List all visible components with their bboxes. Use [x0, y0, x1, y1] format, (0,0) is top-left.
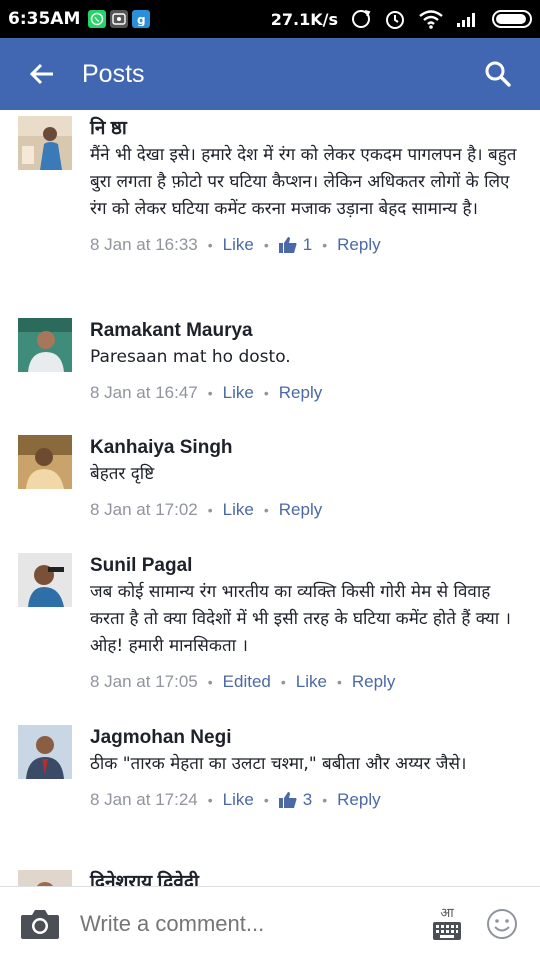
comment-timestamp: 8 Jan at 16:47 [90, 383, 198, 402]
comment-meta: 8 Jan at 17:02 • Like • Reply [90, 498, 526, 522]
camera-button[interactable] [10, 894, 70, 954]
arrow-left-icon [29, 63, 53, 85]
comment-author[interactable]: Sunil Pagal [90, 553, 526, 579]
like-count[interactable]: 3 [278, 790, 313, 810]
keyboard-language-label: आ [440, 905, 454, 921]
like-count[interactable]: 1 [278, 235, 313, 255]
reply-button[interactable]: Reply [279, 500, 322, 520]
keyboard-icon [433, 921, 461, 940]
comment-author[interactable]: Ramakant Maurya [90, 318, 526, 344]
separator-dot: • [207, 385, 213, 401]
smiley-icon [487, 908, 517, 939]
comment-author[interactable]: नि ष्ठा [90, 116, 526, 142]
comment-meta: 8 Jan at 16:47 • Like • Reply [90, 381, 526, 405]
like-button[interactable]: Like [296, 672, 327, 692]
like-button[interactable]: Like [223, 790, 254, 810]
comment-text: ठीक "तारक मेहता का उलटा चश्मा," बबीता और… [90, 754, 467, 774]
separator-dot: • [322, 792, 328, 808]
edited-link[interactable]: Edited [223, 672, 271, 692]
thumbs-up-icon [278, 792, 297, 808]
signal-icon [457, 13, 475, 27]
status-bar: 6:35AM g 27.1K/s [0, 0, 540, 38]
comment-text: मैंने भी देखा इसे। हमारे देश में रंग को … [90, 145, 517, 219]
avatar[interactable] [18, 870, 72, 886]
camera-icon [21, 909, 59, 939]
comment-composer: आ [0, 886, 540, 960]
back-button[interactable] [12, 38, 72, 110]
separator-dot: • [207, 237, 213, 253]
like-button[interactable]: Like [223, 235, 254, 255]
comment-meta: 8 Jan at 17:24 • Like • 3 • Reply [90, 788, 526, 812]
reply-button[interactable]: Reply [337, 235, 380, 255]
sticker-button[interactable] [472, 894, 532, 954]
comment-meta: 8 Jan at 16:33 • Like • 1 • Reply [90, 233, 526, 257]
separator-dot: • [263, 502, 269, 518]
app-bar: Posts [0, 38, 540, 110]
comment-text: Paresaan mat ho dosto. [90, 347, 291, 367]
separator-dot: • [263, 385, 269, 401]
reply-button[interactable]: Reply [352, 672, 395, 692]
comment-timestamp: 8 Jan at 16:33 [90, 235, 198, 254]
keyboard-language-button[interactable]: आ [422, 894, 472, 954]
separator-dot: • [207, 674, 213, 690]
comment-input[interactable] [80, 910, 380, 937]
comment-feed[interactable]: नि ष्ठा मैंने भी देखा इसे। हमारे देश में… [0, 110, 540, 886]
separator-dot: • [336, 674, 342, 690]
reply-button[interactable]: Reply [279, 383, 322, 403]
separator-dot: • [322, 237, 328, 253]
comment-text: बेहतर दृष्टि [90, 464, 155, 484]
search-icon [485, 61, 511, 87]
alarm-icon [386, 11, 404, 29]
sync-icon [352, 10, 371, 28]
comment-timestamp: 8 Jan at 17:02 [90, 500, 198, 519]
status-time: 6:35AM [8, 9, 81, 29]
comment-author[interactable]: Kanhaiya Singh [90, 435, 526, 461]
separator-dot: • [263, 237, 269, 253]
separator-dot: • [280, 674, 286, 690]
comment-text: जब कोई सामान्य रंग भारतीय का व्यक्ति किस… [90, 582, 511, 656]
whatsapp-icon [88, 10, 107, 28]
separator-dot: • [207, 502, 213, 518]
comment-author[interactable]: दिनेशराय द्विवेदी [90, 870, 526, 886]
page-title: Posts [82, 59, 145, 88]
avatar[interactable] [18, 116, 72, 170]
network-speed: 27.1K/s [270, 9, 338, 29]
comment-timestamp: 8 Jan at 17:24 [90, 790, 198, 809]
like-count-value: 1 [302, 235, 313, 254]
like-count-value: 3 [302, 790, 313, 809]
like-button[interactable]: Like [223, 500, 254, 520]
svg-text:g: g [137, 13, 146, 26]
thumbs-up-icon [278, 237, 297, 253]
separator-dot: • [263, 792, 269, 808]
battery-icon [492, 10, 532, 28]
avatar[interactable] [18, 435, 72, 489]
search-button[interactable] [468, 38, 528, 110]
avatar[interactable] [18, 725, 72, 779]
avatar[interactable] [18, 318, 72, 372]
google-plus-icon: g [132, 10, 151, 28]
wifi-icon [419, 10, 443, 29]
comment-timestamp: 8 Jan at 17:05 [90, 672, 198, 691]
avatar[interactable] [18, 553, 72, 607]
separator-dot: • [207, 792, 213, 808]
like-button[interactable]: Like [223, 383, 254, 403]
gallery-icon [110, 10, 129, 28]
reply-button[interactable]: Reply [337, 790, 380, 810]
comment-author[interactable]: Jagmohan Negi [90, 725, 526, 751]
comment-meta: 8 Jan at 17:05 • Edited • Like • Reply [90, 670, 526, 694]
